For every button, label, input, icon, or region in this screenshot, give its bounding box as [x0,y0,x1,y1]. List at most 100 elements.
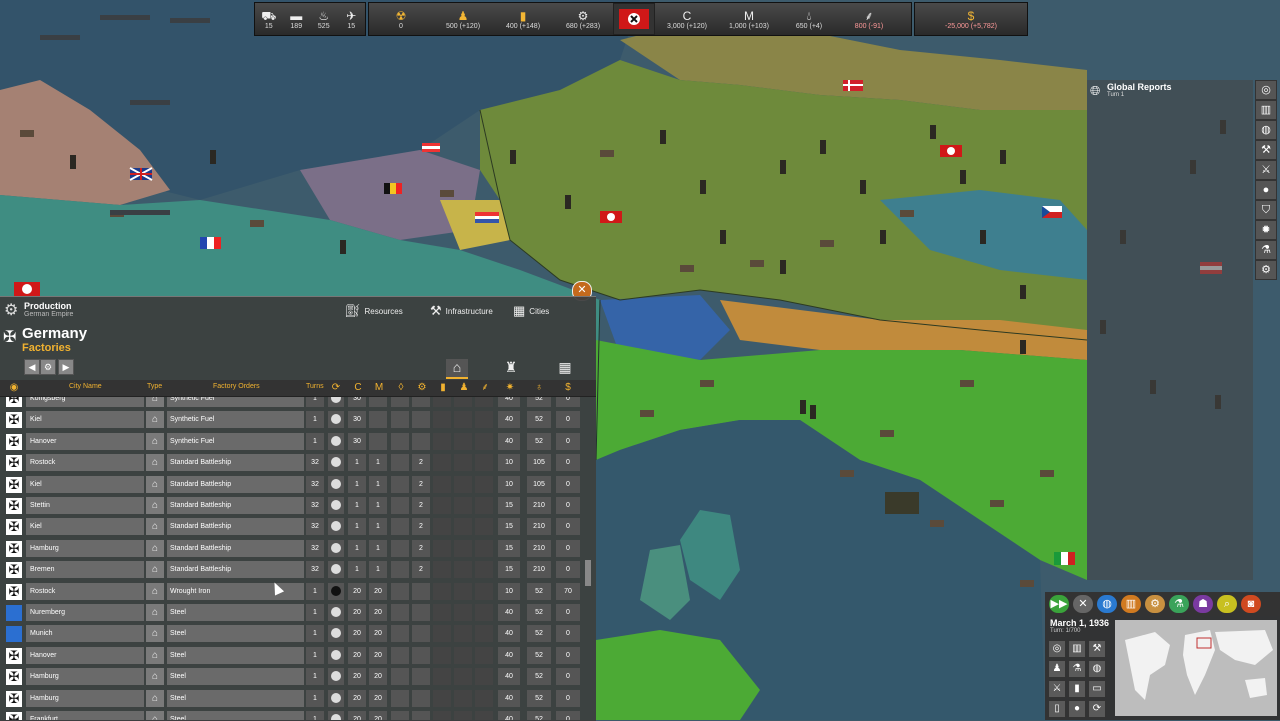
science-icon[interactable]: ⚗ [1169,595,1189,613]
cycle-toggle-icon[interactable] [328,411,344,429]
col-cycle-icon[interactable]: ⟳ [330,382,342,394]
cycle-toggle-icon[interactable] [328,497,344,514]
lock-small-icon[interactable]: ▯ [1048,700,1066,718]
table-row[interactable]: ✠ Hanover ⌂ Synthetic Fuel 1 30 40 52 0 [0,431,596,452]
resource-coal[interactable]: C 3,000 (+120) [655,3,719,35]
table-row[interactable]: Munich ⌂ Steel 1 20 20 40 52 0 [0,623,596,644]
col-industry-icon[interactable]: ✷ [504,382,516,394]
bomb-small-icon[interactable]: ● [1068,700,1086,718]
research-icon[interactable]: ⚙ [1145,595,1165,613]
cycle-toggle-icon[interactable] [328,668,344,686]
tools-small-icon[interactable]: ⚒ [1088,640,1106,658]
table-scrollbar[interactable] [585,560,591,586]
city-name-cell[interactable]: Hanover [26,646,144,664]
city-name-cell[interactable]: Stettin [26,497,144,514]
city-name-cell[interactable]: Nuremberg [26,604,144,621]
camera-icon[interactable]: ◙ [1241,595,1261,613]
city-name-cell[interactable]: Rostock [26,454,144,472]
cycle-toggle-icon[interactable] [328,604,344,621]
cycle-toggle-icon[interactable] [328,539,344,557]
factory-order-cell[interactable]: Steel [167,689,304,707]
factory-type-icon[interactable]: ⌂ [146,646,164,664]
cycle-toggle-icon[interactable] [328,689,344,707]
factory-order-cell[interactable]: Steel [167,625,304,643]
globe-small-icon[interactable]: ◎ [1048,640,1066,658]
table-row[interactable]: ✠ Konigsberg ⌂ Synthetic Fuel 1 30 40 52 0 [0,397,596,409]
factory-type-icon[interactable]: ⌂ [146,604,164,621]
diplomacy-icon[interactable]: ◍ [1097,595,1117,613]
resource-metal[interactable]: M 1,000 (+103) [719,3,779,35]
cycle-toggle-icon[interactable] [328,625,344,643]
factory-type-icon[interactable]: ⌂ [146,561,164,579]
factory-type-icon[interactable]: ⌂ [146,411,164,429]
resource-food[interactable]: ⸙ 800 (-91) [839,3,899,35]
globe-button-icon[interactable]: ◎ [1255,80,1277,100]
cycle-toggle-icon[interactable] [328,518,344,536]
factory-order-cell[interactable]: Standard Battleship [167,497,304,514]
tools-button-icon[interactable]: ⚒ [1255,140,1277,160]
fortification-category-icon[interactable]: ♜ [500,359,522,377]
world-button-icon[interactable]: ◍ [1255,120,1277,140]
table-row[interactable]: ✠ Kiel ⌂ Standard Battleship 32 1 1 2 10 105 0 [0,474,596,495]
end-turn-icon[interactable]: ▶▶ [1049,595,1069,613]
intelligence-icon[interactable]: ☗ [1193,595,1213,613]
factory-type-icon[interactable]: ⌂ [146,711,164,720]
col-oil-icon[interactable]: ◊ [395,382,407,394]
flask-small-icon[interactable]: ⚗ [1068,660,1086,678]
cycle-toggle-icon[interactable] [328,582,344,600]
table-row[interactable]: ✠ Kiel ⌂ Synthetic Fuel 1 30 40 52 0 [0,409,596,430]
col-type[interactable]: Type [147,383,162,390]
city-name-cell[interactable]: Kiel [26,475,144,493]
factory-order-cell[interactable]: Synthetic Fuel [167,432,304,450]
table-row[interactable]: ✠ Kiel ⌂ Standard Battleship 32 1 1 2 15 210 0 [0,516,596,537]
resource-fuel[interactable]: ▮ 400 (+148) [493,3,553,35]
cycle-toggle-icon[interactable] [328,397,344,407]
table-row[interactable]: ✠ Rostock ⌂ Wrought Iron 1 20 20 10 52 70 [0,581,596,602]
col-gear-icon[interactable]: ⚙ [416,382,428,394]
col-coal-icon[interactable]: C [352,382,364,394]
people-small-icon[interactable]: ♟ [1048,660,1066,678]
military-icon[interactable]: ✕ [1073,595,1093,613]
table-row[interactable]: ✠ Hamburg ⌂ Steel 1 20 20 40 52 0 [0,688,596,709]
cycle-toggle-icon[interactable] [328,561,344,579]
search-icon[interactable]: ⌕ [1217,595,1237,613]
national-flag-button[interactable] [613,3,655,35]
bank-button-icon[interactable]: ▥ [1255,100,1277,120]
cycle-toggle-icon[interactable] [328,646,344,664]
city-name-cell[interactable]: Bremen [26,561,144,579]
table-row[interactable]: Nuremberg ⌂ Steel 1 20 20 40 52 0 [0,602,596,623]
cycle-toggle-icon[interactable] [328,711,344,720]
factory-type-icon[interactable]: ⌂ [146,668,164,686]
factory-type-icon[interactable]: ⌂ [146,625,164,643]
table-row[interactable]: ✠ Stettin ⌂ Standard Battleship 32 1 1 2 15 210 0 [0,495,596,516]
shield-button-icon[interactable]: ⛉ [1255,200,1277,220]
cycle-toggle-icon[interactable] [328,432,344,450]
factory-order-cell[interactable]: Steel [167,604,304,621]
tab-resources[interactable]: ⛽︎ Resources [344,303,403,319]
factory-order-cell[interactable]: Steel [167,668,304,686]
tab-cities[interactable]: ▦ Cities [513,303,549,319]
tab-infrastructure[interactable]: ⚒ Infrastructure [430,303,493,319]
factory-type-icon[interactable]: ⌂ [146,582,164,600]
factory-type-icon[interactable]: ⌂ [146,518,164,536]
factory-order-cell[interactable]: Standard Battleship [167,454,304,472]
bank-small-icon[interactable]: ▥ [1068,640,1086,658]
settings-button-icon[interactable]: ⚙ [1255,260,1277,280]
factory-category-icon[interactable]: ⌂ [446,359,468,379]
table-row[interactable]: ✠ Rostock ⌂ Standard Battleship 32 1 1 2 10 105 0 [0,452,596,473]
factory-order-cell[interactable]: Steel [167,646,304,664]
city-name-cell[interactable]: Hamburg [26,689,144,707]
swords-button-icon[interactable]: ⚔ [1255,160,1277,180]
select-all-icon[interactable]: ◉ [8,382,20,394]
factory-type-icon[interactable]: ⌂ [146,454,164,472]
col-soldier-icon[interactable]: ♟ [458,382,470,394]
factory-type-icon[interactable]: ⌂ [146,475,164,493]
table-row[interactable]: ✠ Frankfurt ⌂ Steel 1 20 20 40 52 0 [0,709,596,720]
city-name-cell[interactable]: Kiel [26,518,144,536]
table-row[interactable]: ✠ Bremen ⌂ Standard Battleship 32 1 1 2 15 210 0 [0,559,596,580]
fuel-small-icon[interactable]: ▮ [1068,680,1086,698]
resource-money[interactable]: $ -25,000 (+5,782) [915,3,1027,35]
resource-industry[interactable]: ⚙ 680 (+283) [553,3,613,35]
burst-button-icon[interactable]: ✹ [1255,220,1277,240]
prev-button[interactable]: ◀ [24,359,40,375]
